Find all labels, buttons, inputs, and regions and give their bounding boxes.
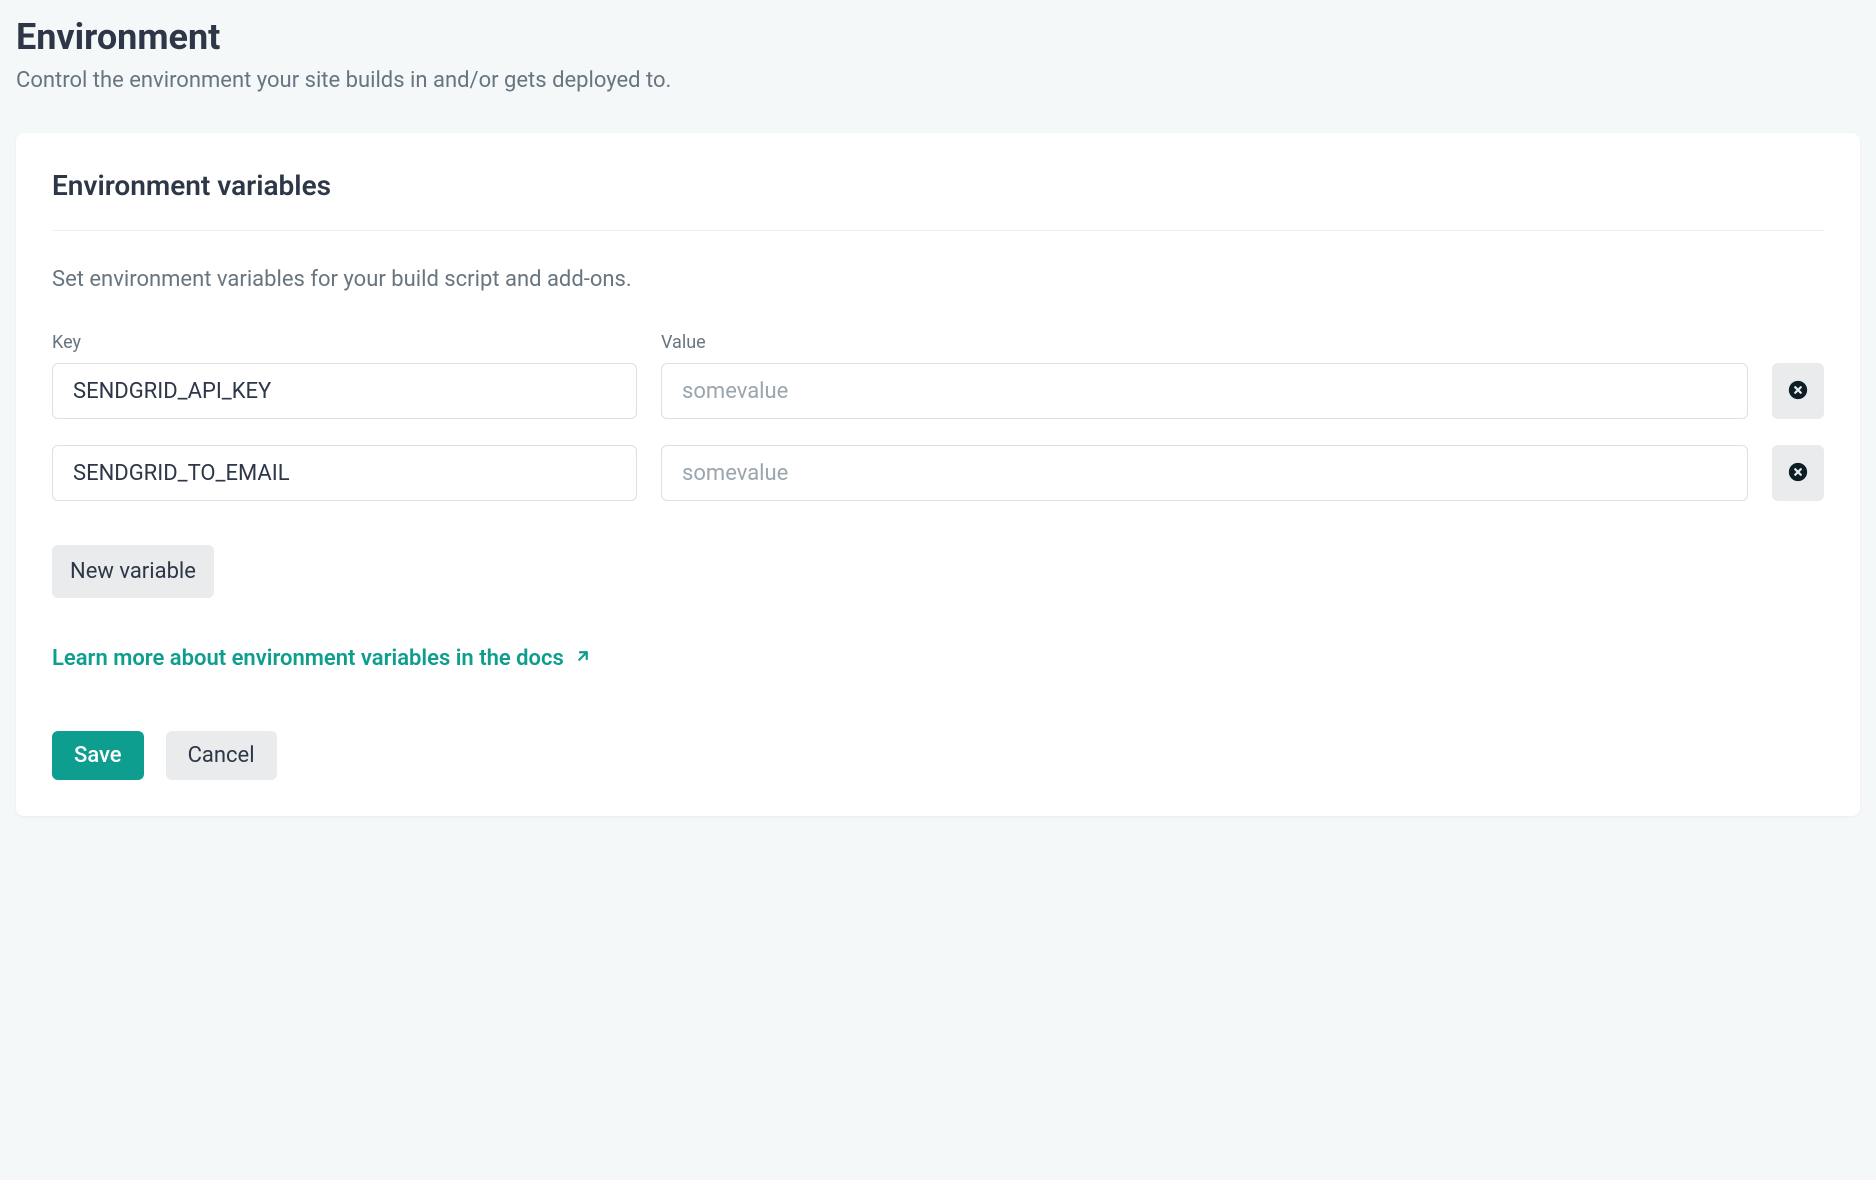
env-value-input[interactable]	[661, 363, 1748, 419]
save-button[interactable]: Save	[52, 731, 144, 780]
key-column-label: Key	[52, 332, 637, 353]
external-link-icon	[574, 646, 592, 671]
table-header-row: Key Value	[52, 332, 1824, 353]
env-vars-card: Environment variables Set environment va…	[16, 133, 1860, 816]
env-key-input[interactable]	[52, 445, 637, 501]
page-subtitle: Control the environment your site builds…	[16, 68, 1860, 93]
actions-row: Save Cancel	[52, 731, 1824, 780]
table-row	[52, 363, 1824, 419]
env-vars-table: Key Value	[52, 332, 1824, 501]
docs-link-label: Learn more about environment variables i…	[52, 646, 564, 671]
env-value-input[interactable]	[661, 445, 1748, 501]
page-title: Environment	[16, 16, 1860, 58]
card-title: Environment variables	[52, 169, 1824, 231]
close-circle-icon	[1787, 379, 1809, 404]
env-key-input[interactable]	[52, 363, 637, 419]
value-column-label: Value	[661, 332, 1824, 353]
delete-variable-button[interactable]	[1772, 363, 1824, 419]
delete-variable-button[interactable]	[1772, 445, 1824, 501]
docs-link[interactable]: Learn more about environment variables i…	[52, 646, 592, 671]
table-row	[52, 445, 1824, 501]
new-variable-button[interactable]: New variable	[52, 545, 214, 598]
card-description: Set environment variables for your build…	[52, 267, 1824, 292]
cancel-button[interactable]: Cancel	[166, 731, 277, 780]
close-circle-icon	[1787, 461, 1809, 486]
docs-link-row: Learn more about environment variables i…	[52, 646, 1824, 671]
